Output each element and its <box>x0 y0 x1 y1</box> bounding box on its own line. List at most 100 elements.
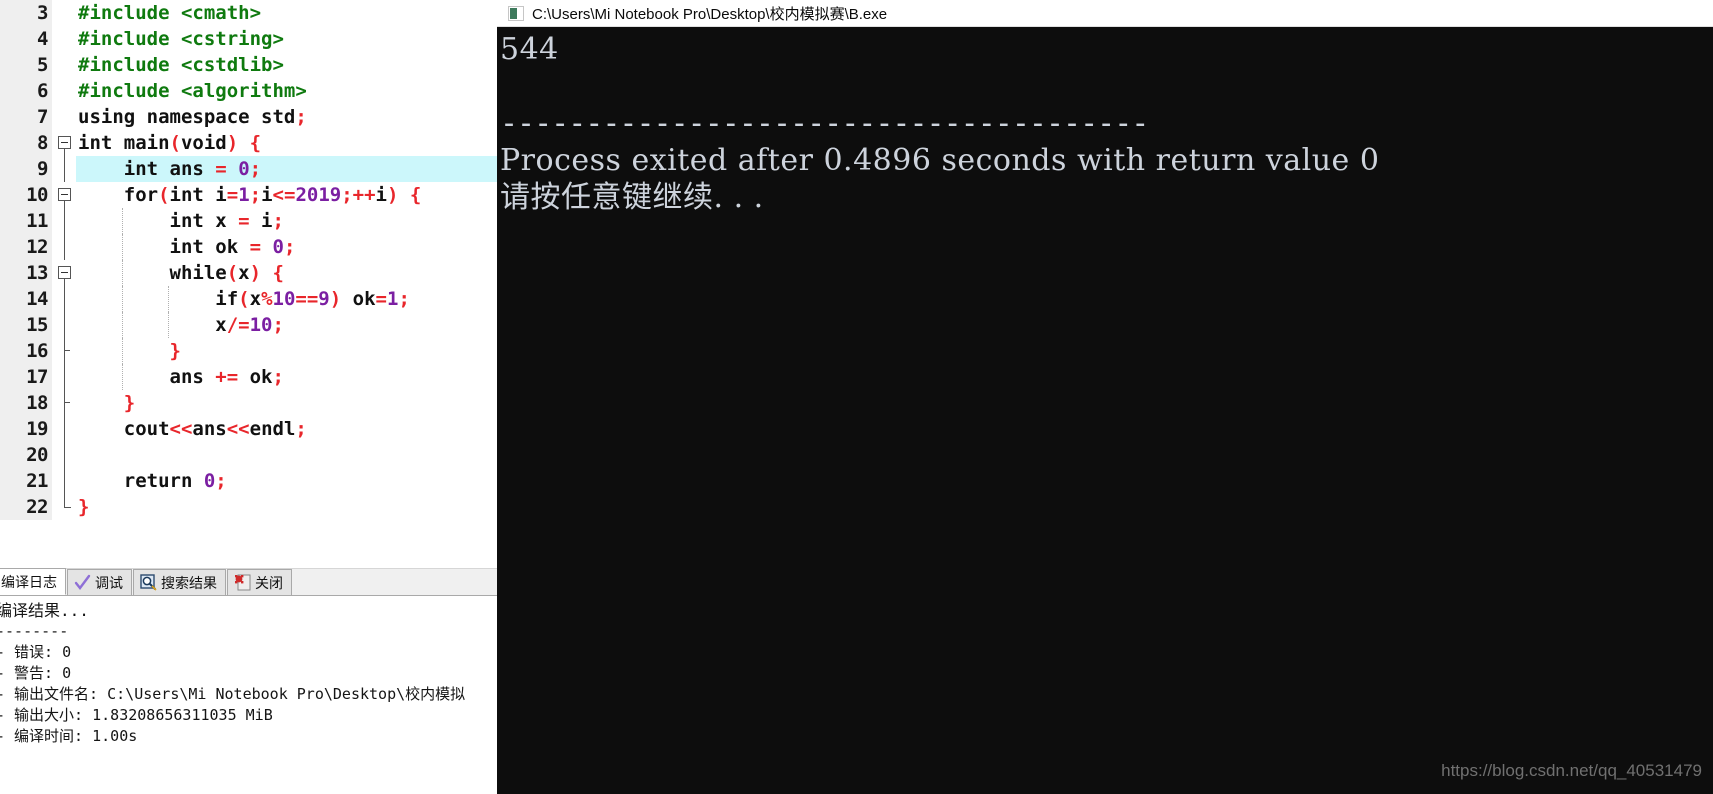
code-line-text: x/=10; <box>78 314 284 336</box>
line-number: 20 <box>0 442 52 468</box>
code-line[interactable]: 3 #include <cmath> <box>0 0 497 26</box>
watermark-url: https://blog.csdn.net/qq_40531479 <box>1441 761 1702 780</box>
log-line: - 错误: 0 <box>0 643 72 661</box>
code-editor[interactable]: 3 #include <cmath> 4 #include <cstring> 5 #in… <box>0 0 497 568</box>
code-line-text: if(x%10==9) ok=1; <box>78 288 410 310</box>
compile-log-output[interactable]: 编译结果... -------- - 错误: 0 - 警告: 0 - 输出文件名: C:… <box>0 596 497 794</box>
bottom-panel-tabstrip: 编译日志 调试 搜索结果 关闭 <box>0 568 497 596</box>
code-line[interactable]: 8 int main(void) { <box>0 130 497 156</box>
code-line-text: int ok = 0; <box>78 236 296 258</box>
console-app-icon <box>508 5 524 21</box>
fold-marker[interactable] <box>56 182 76 208</box>
code-line-text: int x = i; <box>78 210 284 232</box>
console-blank-line-1 <box>500 68 1713 105</box>
fold-marker <box>56 416 76 442</box>
code-line-text: using namespace std; <box>78 106 307 128</box>
fold-marker <box>56 234 76 260</box>
code-line[interactable]: 10 for(int i=1;i<=2019;++i) { <box>0 182 497 208</box>
console-separator: -------------------------------------- <box>500 106 1149 141</box>
code-line[interactable]: 11 int x = i; <box>0 208 497 234</box>
code-line[interactable]: 9 int ans = 0; <box>0 156 497 182</box>
fold-marker <box>56 0 76 26</box>
code-line-text: while(x) { <box>78 262 284 284</box>
fold-marker[interactable] <box>56 130 76 156</box>
code-line-text: #include <cstring> <box>78 28 284 50</box>
log-line: - 输出文件名: C:\Users\Mi Notebook Pro\Deskto… <box>0 685 466 703</box>
console-title-text: C:\Users\Mi Notebook Pro\Desktop\校内模拟赛\B… <box>532 5 888 23</box>
bottom-panel: 编译日志 调试 搜索结果 关闭 编译结果... -------- - 错误: 0 - 警告:… <box>0 568 497 794</box>
console-press-any-key: 请按任意键继续. . . <box>500 180 764 215</box>
code-line[interactable]: 6 #include <algorithm> <box>0 78 497 104</box>
code-line[interactable]: 14 if(x%10==9) ok=1; <box>0 286 497 312</box>
fold-marker <box>56 494 76 520</box>
fold-marker <box>56 390 76 416</box>
tab-label: 调试 <box>95 574 123 591</box>
line-number: 8 <box>0 130 52 156</box>
code-line-text: return 0; <box>78 470 227 492</box>
search-icon <box>140 574 157 591</box>
console-window[interactable]: C:\Users\Mi Notebook Pro\Desktop\校内模拟赛\B… <box>497 0 1713 794</box>
line-number: 3 <box>0 0 52 26</box>
tab-2[interactable]: 搜索结果 <box>133 569 226 595</box>
code-line-text: int ans = 0; <box>76 156 497 182</box>
log-line: - 编译时间: 1.00s <box>0 727 138 745</box>
code-line-text: ans += ok; <box>78 366 284 388</box>
code-line[interactable]: 17 ans += ok; <box>0 364 497 390</box>
code-line[interactable]: 7 using namespace std; <box>0 104 497 130</box>
line-number: 5 <box>0 52 52 78</box>
code-line[interactable]: 20 <box>0 442 497 468</box>
fold-marker <box>56 338 76 364</box>
code-line[interactable]: 16 } <box>0 338 497 364</box>
line-number: 4 <box>0 26 52 52</box>
code-line[interactable]: 13 while(x) { <box>0 260 497 286</box>
tab-label: 搜索结果 <box>161 574 217 591</box>
code-line-text: int main(void) { <box>78 132 262 154</box>
log-line: 编译结果... <box>0 601 89 620</box>
line-number: 9 <box>0 156 52 182</box>
code-line[interactable]: 19 cout<<ans<<endl; <box>0 416 497 442</box>
fold-marker <box>56 364 76 390</box>
line-number: 13 <box>0 260 52 286</box>
code-line-text: #include <algorithm> <box>78 80 307 102</box>
line-number: 15 <box>0 312 52 338</box>
tab-label: 关闭 <box>255 574 283 591</box>
code-line-text: } <box>123 392 136 414</box>
console-output-area[interactable]: 544 ------------------------------------… <box>497 27 1713 794</box>
code-line-text: } <box>78 496 90 518</box>
line-number: 14 <box>0 286 52 312</box>
code-line[interactable]: 22} <box>0 494 497 520</box>
log-line: - 输出大小: 1.83208656311035 MiB <box>0 706 273 724</box>
tab-1[interactable]: 调试 <box>67 569 132 595</box>
tab-3[interactable]: 关闭 <box>227 569 292 595</box>
ide-window: 3 #include <cmath> 4 #include <cstring> 5 #in… <box>0 0 497 794</box>
line-number: 17 <box>0 364 52 390</box>
code-line[interactable]: 15 x/=10; <box>0 312 497 338</box>
fold-marker <box>56 208 76 234</box>
fold-marker <box>56 468 76 494</box>
console-titlebar[interactable]: C:\Users\Mi Notebook Pro\Desktop\校内模拟赛\B… <box>497 0 1713 27</box>
code-line[interactable]: 12 int ok = 0; <box>0 234 497 260</box>
console-program-output: 544 <box>500 32 559 67</box>
check-icon <box>74 574 91 591</box>
code-line-text <box>76 442 497 468</box>
fold-marker <box>56 442 76 468</box>
line-number: 16 <box>0 338 52 364</box>
code-line[interactable]: 18 } <box>0 390 497 416</box>
fold-marker[interactable] <box>56 260 76 286</box>
fold-marker <box>56 312 76 338</box>
line-number: 18 <box>0 390 52 416</box>
code-line-text: #include <cmath> <box>78 2 262 24</box>
tab-label: 编译日志 <box>1 573 57 590</box>
fold-marker <box>56 26 76 52</box>
code-line[interactable]: 5 #include <cstdlib> <box>0 52 497 78</box>
code-line-text: cout<<ans<<endl; <box>78 418 307 440</box>
close-icon <box>234 574 251 591</box>
line-number: 19 <box>0 416 52 442</box>
console-exit-status: Process exited after 0.4896 seconds with… <box>500 143 1380 178</box>
tab-0[interactable]: 编译日志 <box>0 568 66 595</box>
code-line[interactable]: 4 #include <cstring> <box>0 26 497 52</box>
fold-marker <box>56 78 76 104</box>
line-number: 6 <box>0 78 52 104</box>
code-line[interactable]: 21 return 0; <box>0 468 497 494</box>
line-number: 7 <box>0 104 52 130</box>
